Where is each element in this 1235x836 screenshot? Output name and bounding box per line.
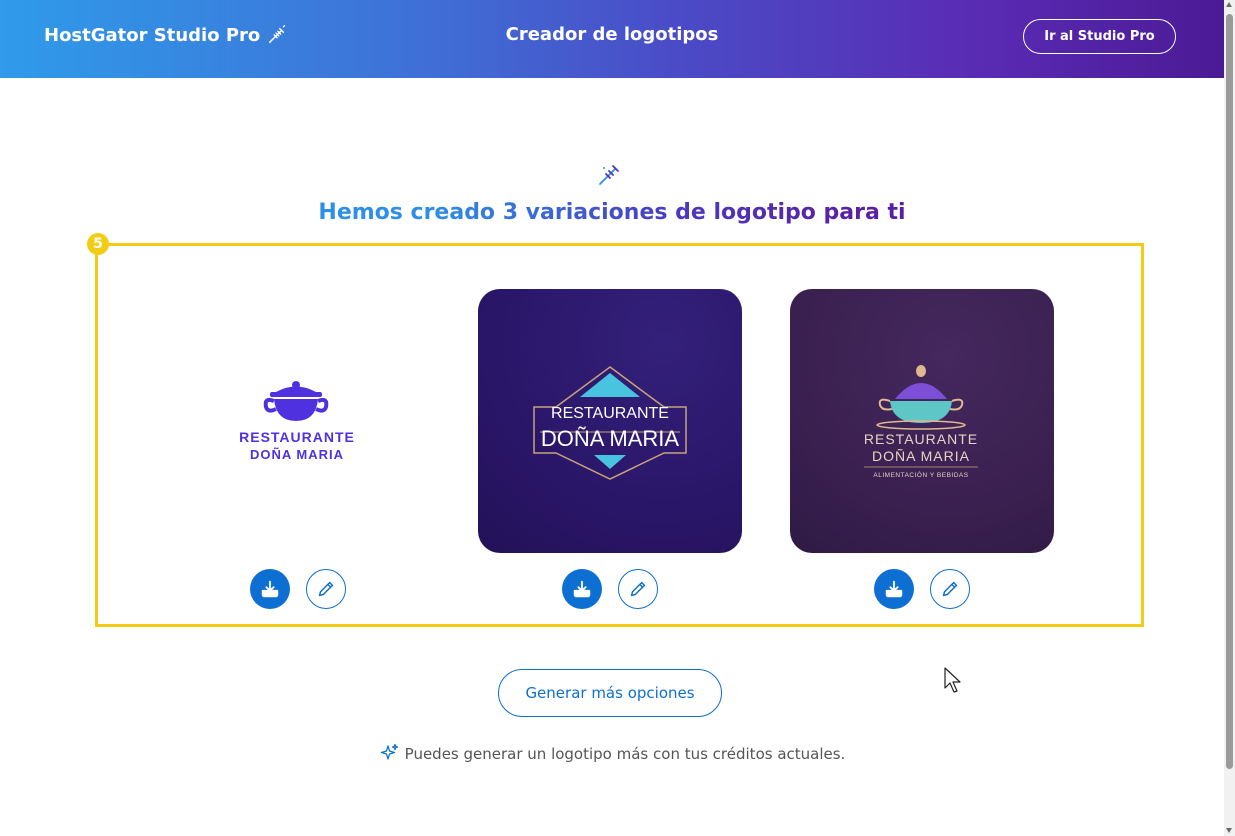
pot-logo-graphic: RESTAURANTE DOÑA MARIA — [239, 381, 355, 462]
magic-wand-icon — [269, 25, 286, 44]
download-icon — [261, 580, 279, 598]
generate-more-options-button[interactable]: Generar más opciones — [498, 669, 722, 717]
logo-line1: RESTAURANTE — [864, 431, 978, 447]
download-logo-3-button[interactable] — [874, 569, 914, 609]
step-badge: 5 — [87, 233, 109, 255]
scrollbar[interactable] — [1224, 0, 1235, 836]
download-logo-2-button[interactable] — [562, 569, 602, 609]
logo-tagline: ALIMENTACIÓN Y BEBIDAS — [873, 470, 968, 479]
download-icon — [573, 580, 591, 598]
mouse-cursor-icon — [944, 667, 961, 693]
logo-variation-2[interactable]: RESTAURANTE DOÑA MARIA — [478, 289, 742, 553]
logo-line2: DOÑA MARIA — [872, 448, 970, 464]
credits-text: Puedes generar un logotipo más con tus c… — [404, 745, 846, 763]
logo-variation-3[interactable]: RESTAURANTE DOÑA MARIA ALIMENTACIÓN Y BE… — [790, 289, 1054, 553]
brand[interactable]: HostGator Studio Pro — [44, 24, 288, 46]
download-icon — [885, 580, 903, 598]
scrollbar-thumb[interactable] — [1226, 14, 1233, 769]
pencil-icon — [630, 581, 646, 597]
logo-line1: RESTAURANTE — [551, 405, 669, 422]
edit-logo-1-button[interactable] — [306, 569, 346, 609]
scroll-up-arrow-icon[interactable] — [1226, 2, 1232, 7]
page: HostGator Studio Pro Creador de logotipo… — [0, 0, 1235, 836]
tureen-logo-graphic: RESTAURANTE DOÑA MARIA ALIMENTACIÓN Y BE… — [864, 365, 978, 479]
sparkles-icon — [380, 743, 398, 760]
edit-logo-2-button[interactable] — [618, 569, 658, 609]
pencil-icon — [942, 581, 958, 597]
logo-line2: DOÑA MARIA — [250, 447, 344, 462]
download-logo-1-button[interactable] — [250, 569, 290, 609]
credits-note: Puedes generar un logotipo más con tus c… — [0, 743, 1224, 763]
go-to-studio-pro-button[interactable]: Ir al Studio Pro — [1023, 19, 1176, 54]
results-headline: Hemos creado 3 variaciones de logotipo p… — [0, 200, 1224, 225]
magic-wand-icon — [599, 165, 619, 185]
pencil-icon — [318, 581, 334, 597]
logo-line1: RESTAURANTE — [239, 429, 355, 445]
top-bar: HostGator Studio Pro Creador de logotipo… — [0, 0, 1224, 78]
edit-logo-3-button[interactable] — [930, 569, 970, 609]
logo-variation-1[interactable]: RESTAURANTE DOÑA MARIA — [166, 289, 430, 553]
scroll-down-arrow-icon[interactable] — [1226, 828, 1232, 833]
diamond-logo-graphic: RESTAURANTE DOÑA MARIA — [533, 366, 687, 480]
logo-line2: DOÑA MARIA — [541, 426, 679, 451]
brand-name: HostGator Studio Pro — [44, 24, 261, 46]
